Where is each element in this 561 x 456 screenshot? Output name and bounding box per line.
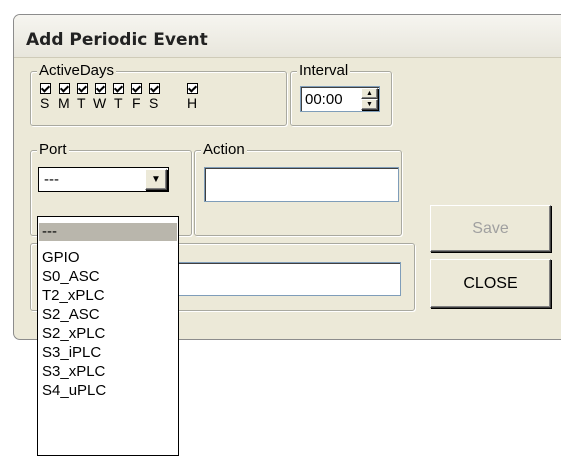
active-days-group: ActiveDays S M T W T F S H <box>30 63 287 126</box>
spin-down-button[interactable]: ▼ <box>361 99 378 110</box>
port-select[interactable]: --- ▼ <box>38 167 169 192</box>
day-label-1: M <box>58 95 70 111</box>
triangle-down-icon: ▼ <box>366 101 373 108</box>
interval-spinner: ▲ ▼ <box>361 88 378 110</box>
interval-input[interactable]: 00:00 ▲ ▼ <box>300 86 380 112</box>
port-option-6[interactable]: S3_iPLC <box>39 344 177 362</box>
action-legend: Action <box>201 141 247 158</box>
active-days-legend: ActiveDays <box>37 62 117 79</box>
port-option-1[interactable]: GPIO <box>39 249 177 267</box>
save-button-label: Save <box>472 220 509 237</box>
port-option-4[interactable]: S2_ASC <box>39 306 177 324</box>
day-label-0: S <box>40 95 50 111</box>
day-checkbox-3[interactable] <box>95 83 106 94</box>
day-label-6: S <box>149 95 159 111</box>
day-checkbox-5[interactable] <box>131 83 142 94</box>
interval-legend: Interval <box>297 62 351 79</box>
title-bar[interactable]: Add Periodic Event <box>14 15 561 58</box>
day-checkbox-7[interactable] <box>187 83 198 94</box>
chevron-down-icon: ▼ <box>151 174 161 185</box>
port-option-0[interactable]: --- <box>39 223 177 241</box>
lower-input[interactable] <box>176 262 401 296</box>
triangle-up-icon: ▲ <box>366 90 373 97</box>
action-group: Action <box>194 142 402 236</box>
port-dropdown-button[interactable]: ▼ <box>145 169 167 190</box>
day-label-5: F <box>132 95 141 111</box>
day-label-2: T <box>77 95 86 111</box>
day-label-7: H <box>187 95 198 111</box>
day-checkbox-2[interactable] <box>77 83 88 94</box>
port-option-3[interactable]: T2_xPLC <box>39 287 177 305</box>
day-label-4: T <box>114 95 123 111</box>
day-checkbox-1[interactable] <box>59 83 70 94</box>
action-input[interactable] <box>204 167 399 202</box>
close-button[interactable]: CLOSE <box>430 259 551 308</box>
port-option-2[interactable]: S0_ASC <box>39 268 177 286</box>
day-checkbox-6[interactable] <box>149 83 160 94</box>
port-dropdown-list[interactable]: --- GPIO S0_ASC T2_xPLC S2_ASC S2_xPLC S… <box>37 216 179 456</box>
spin-up-button[interactable]: ▲ <box>361 88 378 99</box>
interval-value: 00:00 <box>305 91 343 108</box>
save-button[interactable]: Save <box>430 205 551 252</box>
interval-group: Interval 00:00 ▲ ▼ <box>290 63 392 126</box>
day-label-3: W <box>93 95 107 111</box>
day-checkbox-0[interactable] <box>40 83 51 94</box>
day-checkbox-4[interactable] <box>113 83 124 94</box>
port-legend: Port <box>37 141 69 158</box>
dialog-title: Add Periodic Event <box>26 30 208 50</box>
port-selected-value: --- <box>44 171 59 188</box>
close-button-label: CLOSE <box>463 275 518 292</box>
port-option-8[interactable]: S4_uPLC <box>39 382 177 400</box>
port-option-7[interactable]: S3_xPLC <box>39 363 177 381</box>
port-option-5[interactable]: S2_xPLC <box>39 325 177 343</box>
